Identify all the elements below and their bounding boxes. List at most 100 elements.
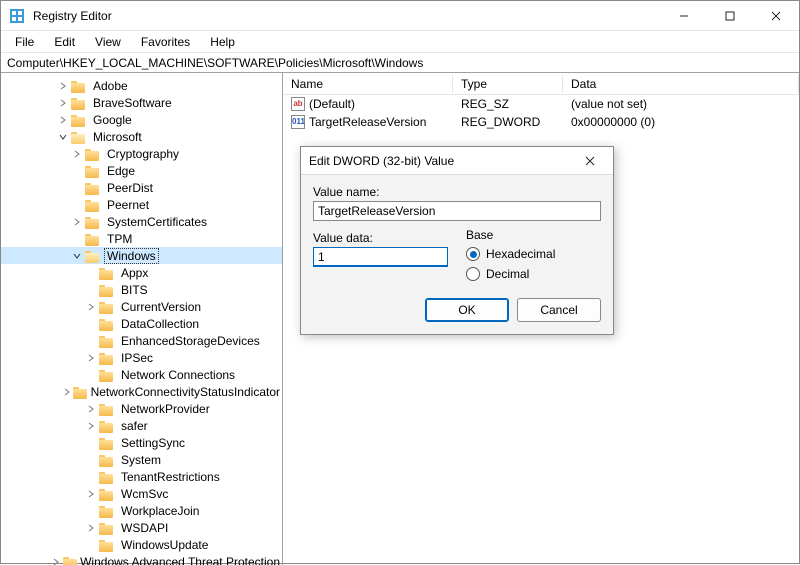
chevron-right-icon[interactable] — [85, 522, 97, 534]
tree-item[interactable]: CurrentVersion — [1, 298, 282, 315]
tree-item[interactable]: Appx — [1, 264, 282, 281]
tree-item[interactable]: SettingSync — [1, 434, 282, 451]
tree-item-label: BITS — [119, 283, 150, 297]
col-name[interactable]: Name — [283, 75, 453, 93]
chevron-right-icon[interactable] — [71, 216, 83, 228]
tree-item[interactable]: Peernet — [1, 196, 282, 213]
value-row[interactable]: ab(Default)REG_SZ(value not set) — [283, 95, 799, 113]
tree-item[interactable]: WSDAPI — [1, 519, 282, 536]
chevron-right-icon[interactable] — [85, 488, 97, 500]
value-data: (value not set) — [563, 96, 799, 112]
chevron-right-icon[interactable] — [62, 386, 71, 398]
chevron-right-icon[interactable] — [71, 148, 83, 160]
tree-item-label: WSDAPI — [119, 521, 170, 535]
tree-item[interactable]: EnhancedStorageDevices — [1, 332, 282, 349]
tree-item[interactable]: NetworkConnectivityStatusIndicator — [1, 383, 282, 400]
tree-item[interactable]: TenantRestrictions — [1, 468, 282, 485]
expander-none — [85, 505, 97, 517]
col-data[interactable]: Data — [563, 75, 799, 93]
expander-none — [85, 335, 97, 347]
folder-icon — [99, 283, 115, 297]
minimize-button[interactable] — [661, 1, 707, 31]
chevron-right-icon[interactable] — [85, 403, 97, 415]
menu-file[interactable]: File — [7, 33, 42, 51]
tree-pane[interactable]: AdobeBraveSoftwareGoogle MicrosoftCryptog… — [1, 73, 283, 565]
tree-item[interactable]: safer — [1, 417, 282, 434]
tree-item-label: Peernet — [105, 198, 151, 212]
menu-edit[interactable]: Edit — [46, 33, 83, 51]
tree-item-label: Windows — [105, 249, 158, 263]
tree-item[interactable]: WindowsUpdate — [1, 536, 282, 553]
tree-item[interactable]: Windows Advanced Threat Protection — [1, 553, 282, 565]
dialog-close-button[interactable] — [575, 147, 605, 175]
expander-none — [85, 369, 97, 381]
chevron-right-icon[interactable] — [57, 80, 69, 92]
tree-item-label: IPSec — [119, 351, 155, 365]
folder-icon — [85, 232, 101, 246]
tree-item[interactable]: WcmSvc — [1, 485, 282, 502]
tree-item[interactable]: Edge — [1, 162, 282, 179]
folder-icon — [99, 351, 115, 365]
tree-item[interactable]: IPSec — [1, 349, 282, 366]
radio-decimal[interactable]: Decimal — [466, 264, 601, 284]
tree-item[interactable]: System — [1, 451, 282, 468]
folder-icon — [99, 521, 115, 535]
tree-item[interactable]: Google — [1, 111, 282, 128]
tree-item[interactable]: BITS — [1, 281, 282, 298]
value-name-input[interactable] — [313, 201, 601, 221]
tree-item[interactable]: Microsoft — [1, 128, 282, 145]
folder-icon — [85, 147, 101, 161]
tree-item[interactable]: TPM — [1, 230, 282, 247]
ok-button[interactable]: OK — [425, 298, 509, 322]
address-bar[interactable]: Computer\HKEY_LOCAL_MACHINE\SOFTWARE\Pol… — [1, 53, 799, 73]
chevron-down-icon[interactable] — [57, 131, 69, 143]
chevron-right-icon[interactable] — [85, 420, 97, 432]
folder-icon — [73, 385, 85, 399]
col-type[interactable]: Type — [453, 75, 563, 93]
chevron-right-icon[interactable] — [85, 301, 97, 313]
maximize-button[interactable] — [707, 1, 753, 31]
tree-item-label: Adobe — [91, 79, 130, 93]
value-data: 0x00000000 (0) — [563, 114, 799, 130]
tree-item[interactable]: Cryptography — [1, 145, 282, 162]
folder-icon — [99, 368, 115, 382]
chevron-right-icon[interactable] — [85, 352, 97, 364]
dialog-titlebar: Edit DWORD (32-bit) Value — [301, 147, 613, 175]
radio-hexadecimal[interactable]: Hexadecimal — [466, 244, 601, 264]
tree-item[interactable]: BraveSoftware — [1, 94, 282, 111]
tree-item-label: Microsoft — [91, 130, 144, 144]
folder-icon — [71, 79, 87, 93]
expander-none — [85, 539, 97, 551]
value-name: TargetReleaseVersion — [309, 115, 426, 129]
folder-icon — [99, 504, 115, 518]
folder-icon — [85, 164, 101, 178]
folder-icon — [99, 453, 115, 467]
tree-item-label: System — [119, 453, 163, 467]
folder-icon — [85, 198, 101, 212]
chevron-right-icon[interactable] — [57, 97, 69, 109]
folder-icon — [99, 470, 115, 484]
expander-none — [71, 165, 83, 177]
tree-item[interactable]: PeerDist — [1, 179, 282, 196]
menu-help[interactable]: Help — [202, 33, 243, 51]
tree-item-label: Edge — [105, 164, 137, 178]
menu-favorites[interactable]: Favorites — [133, 33, 198, 51]
values-header: Name Type Data — [283, 73, 799, 95]
value-data-input[interactable] — [313, 247, 448, 267]
chevron-right-icon[interactable] — [57, 114, 69, 126]
cancel-button[interactable]: Cancel — [517, 298, 601, 322]
tree-item[interactable]: Network Connections — [1, 366, 282, 383]
close-button[interactable] — [753, 1, 799, 31]
menu-view[interactable]: View — [87, 33, 129, 51]
chevron-down-icon[interactable] — [71, 250, 83, 262]
folder-icon — [99, 419, 115, 433]
tree-item[interactable]: NetworkProvider — [1, 400, 282, 417]
tree-item[interactable]: Adobe — [1, 77, 282, 94]
tree-item[interactable]: DataCollection — [1, 315, 282, 332]
tree-item-label: EnhancedStorageDevices — [119, 334, 262, 348]
value-name: (Default) — [309, 97, 355, 111]
tree-item[interactable]: SystemCertificates — [1, 213, 282, 230]
value-row[interactable]: 011TargetReleaseVersionREG_DWORD0x000000… — [283, 113, 799, 131]
tree-item[interactable]: Windows — [1, 247, 282, 264]
tree-item[interactable]: WorkplaceJoin — [1, 502, 282, 519]
